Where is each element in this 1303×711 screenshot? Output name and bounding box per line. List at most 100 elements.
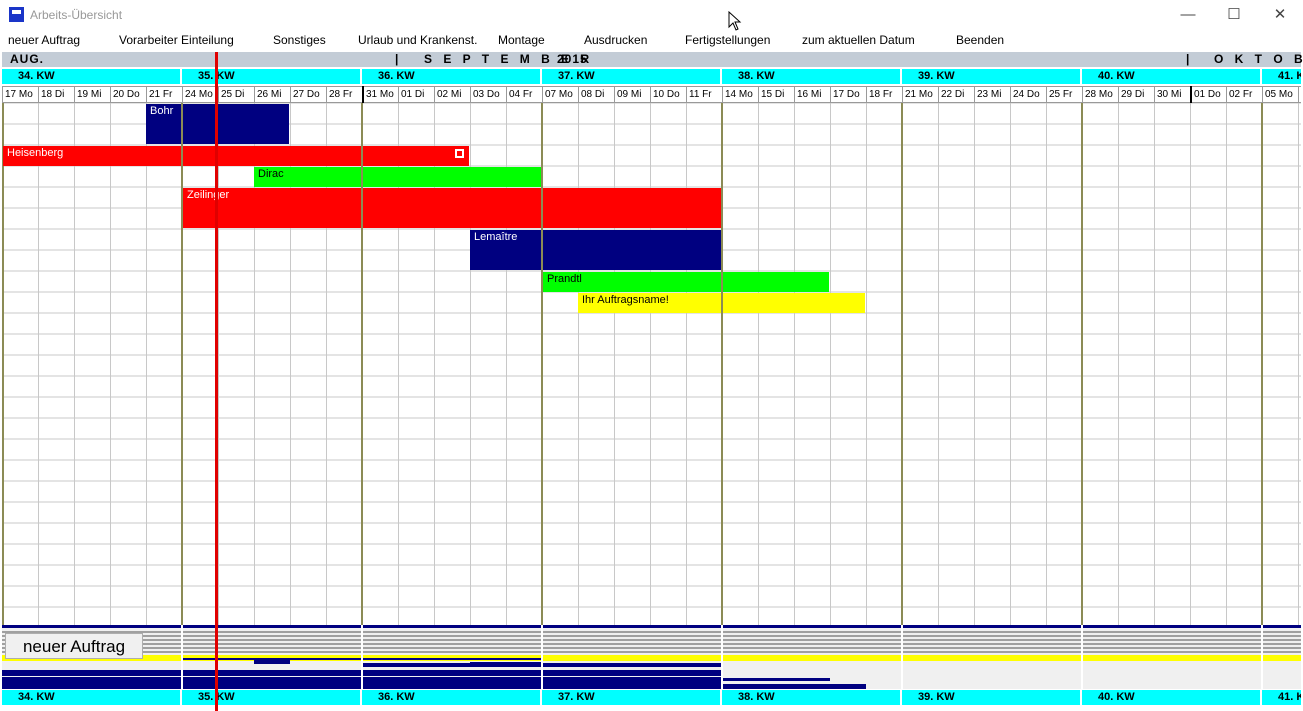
month-year: 2015 xyxy=(557,52,588,66)
capacity-gray-line xyxy=(2,651,1301,653)
capacity-load-bar xyxy=(470,662,542,667)
menu-vorarbeiter-einteilung[interactable]: Vorarbeiter Einteilung xyxy=(119,33,234,47)
day-label: 28 Mo xyxy=(1082,86,1118,103)
month-oktober: O K T O B E R xyxy=(1214,52,1303,66)
week-label: 35. KW xyxy=(182,690,360,705)
day-label: 27 Do xyxy=(290,86,326,103)
menu-montage[interactable]: Montage xyxy=(498,33,545,47)
menu-beenden[interactable]: Beenden xyxy=(956,33,1004,47)
week-divider xyxy=(901,103,903,625)
order-bar[interactable]: Dirac xyxy=(254,167,361,187)
today-marker xyxy=(215,52,218,711)
order-bar-continuation[interactable] xyxy=(363,146,469,166)
menu-neuer-auftrag[interactable]: neuer Auftrag xyxy=(8,33,80,47)
order-bar-continuation[interactable] xyxy=(543,188,721,228)
capacity-load-bar xyxy=(722,678,830,681)
day-label: 01 Do xyxy=(1190,86,1226,103)
day-label: 30 Mi xyxy=(1154,86,1190,103)
title-bar xyxy=(0,0,1303,31)
mouse-cursor-icon xyxy=(728,11,742,31)
capacity-load-bar xyxy=(722,684,866,689)
capacity-gray-line xyxy=(2,635,1301,637)
day-label: 03 Do xyxy=(470,86,506,103)
week-label: 41. KW xyxy=(1262,69,1301,84)
day-label: 17 Mo xyxy=(2,86,38,103)
week-label: 40. KW xyxy=(1082,69,1260,84)
order-bar[interactable]: Bohr xyxy=(146,104,181,144)
order-name: Zeilinger xyxy=(187,189,230,201)
week-divider xyxy=(1261,103,1263,625)
order-name: Heisenberg xyxy=(7,147,64,159)
order-bar-continuation[interactable] xyxy=(183,146,361,166)
day-label: 31 Mo xyxy=(362,86,398,103)
order-bar[interactable]: Zeilinger xyxy=(183,188,361,228)
day-label: 02 Mi xyxy=(434,86,470,103)
day-label: 24 Do xyxy=(1010,86,1046,103)
day-label: 04 Fr xyxy=(506,86,542,103)
menu-aktuelles-datum[interactable]: zum aktuellen Datum xyxy=(802,33,915,47)
month-separator: | xyxy=(1186,52,1194,66)
capacity-gray-line xyxy=(2,643,1301,645)
day-label: 09 Mi xyxy=(614,86,650,103)
order-bar-continuation[interactable] xyxy=(183,104,289,144)
order-bar-continuation[interactable] xyxy=(723,272,829,292)
week-divider xyxy=(541,103,543,625)
menu-urlaub[interactable]: Urlaub und Krankenst. xyxy=(358,33,477,47)
month-aug: AUG. xyxy=(10,52,44,66)
new-order-button[interactable]: neuer Auftrag xyxy=(5,633,143,659)
order-bar-continuation[interactable] xyxy=(723,293,865,313)
order-bar[interactable]: Heisenberg xyxy=(3,146,181,166)
menu-fertigstellungen[interactable]: Fertigstellungen xyxy=(685,33,770,47)
order-bar-continuation[interactable] xyxy=(543,230,721,270)
week-label: 34. KW xyxy=(2,69,180,84)
capacity-load-bar xyxy=(254,658,290,664)
day-label: 25 Di xyxy=(218,86,254,103)
menu-ausdrucken[interactable]: Ausdrucken xyxy=(584,33,647,47)
capacity-summary xyxy=(2,625,1301,689)
day-label: 10 Do xyxy=(650,86,686,103)
week-label: 34. KW xyxy=(2,690,180,705)
day-label: 07 Mo xyxy=(542,86,578,103)
menu-sonstiges[interactable]: Sonstiges xyxy=(273,33,326,47)
day-label: 25 Fr xyxy=(1046,86,1082,103)
day-label: 14 Mo xyxy=(722,86,758,103)
order-name: Prandtl xyxy=(547,273,582,285)
close-button[interactable]: ✕ xyxy=(1257,0,1303,30)
schedule-grid xyxy=(2,103,1301,625)
order-bar-continuation[interactable] xyxy=(363,167,541,187)
capacity-week-gap xyxy=(541,625,543,689)
day-label: 17 Do xyxy=(830,86,866,103)
day-label: 08 Di xyxy=(578,86,614,103)
minimize-button[interactable]: — xyxy=(1165,0,1211,30)
capacity-week-gap xyxy=(1081,625,1083,689)
order-end-marker-icon[interactable] xyxy=(455,149,464,158)
day-label: 18 Di xyxy=(38,86,74,103)
app-icon xyxy=(9,7,24,22)
month-row xyxy=(2,52,1301,67)
capacity-gray-line xyxy=(2,647,1301,649)
day-label: 21 Fr xyxy=(146,86,182,103)
week-label: 39. KW xyxy=(902,69,1080,84)
day-label: 23 Mi xyxy=(974,86,1010,103)
order-bar[interactable]: Ihr Auftragsname! xyxy=(578,293,721,313)
order-name: Lemaître xyxy=(474,231,518,243)
capacity-week-gap xyxy=(361,625,363,689)
capacity-week-gap xyxy=(181,625,183,689)
maximize-button[interactable]: ☐ xyxy=(1211,0,1257,30)
week-divider xyxy=(721,103,723,625)
day-label: 02 Fr xyxy=(1226,86,1262,103)
day-label: 11 Fr xyxy=(686,86,722,103)
order-bar[interactable]: Lemaître xyxy=(470,230,541,270)
day-label: 21 Mo xyxy=(902,86,938,103)
capacity-gray-line xyxy=(2,639,1301,641)
week-divider xyxy=(1081,103,1083,625)
order-name: Ihr Auftragsname! xyxy=(582,294,669,306)
day-label: 01 Di xyxy=(398,86,434,103)
order-name: Dirac xyxy=(258,168,284,180)
order-bar[interactable]: Prandtl xyxy=(543,272,721,292)
day-label: 19 Mi xyxy=(74,86,110,103)
window-title: Arbeits-Übersicht xyxy=(30,8,123,22)
day-label: 20 Do xyxy=(110,86,146,103)
capacity-top-line xyxy=(2,625,1301,628)
order-bar-continuation[interactable] xyxy=(363,188,541,228)
